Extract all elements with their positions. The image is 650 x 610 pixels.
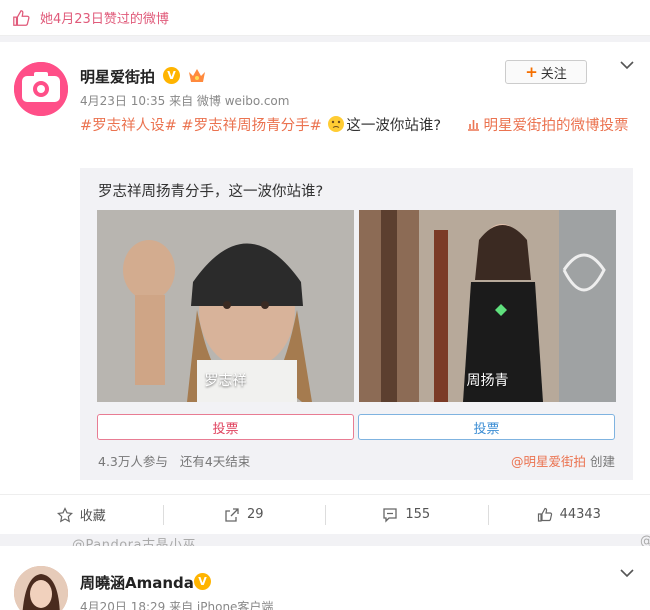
- poll-icon: [468, 120, 480, 131]
- action-bar: 收藏 29 155 44343: [0, 494, 650, 534]
- vip-crown-icon: [189, 69, 205, 82]
- author-name[interactable]: 周曉涵Amanda: [80, 572, 194, 593]
- favorite-label: 收藏: [79, 509, 106, 524]
- poll-option-image[interactable]: 周扬青: [359, 210, 616, 402]
- avatar[interactable]: [14, 566, 68, 610]
- author-name[interactable]: 明星爱街拍: [80, 66, 155, 87]
- option-name: 周扬青: [466, 373, 509, 389]
- vote-button[interactable]: 投票: [358, 414, 615, 440]
- avatar[interactable]: [14, 62, 68, 116]
- share-icon: [225, 507, 239, 522]
- post-meta: 4月23日 10:35 来自 微博 weibo.com: [80, 94, 290, 108]
- verified-badge-icon: V: [163, 67, 180, 84]
- liked-notice-bar: 她4月23日赞过的微博: [0, 0, 650, 36]
- weibo-post-card: 明星爱街拍 V 4月23日 10:35 来自 微博 weibo.com + 关注…: [0, 42, 650, 534]
- plus-icon: +: [525, 63, 538, 81]
- comment-count: 155: [405, 507, 431, 522]
- post-text: 这一波你站谁?: [346, 118, 442, 134]
- poll-creator: @明星爱街拍 创建: [511, 451, 615, 470]
- chevron-down-icon[interactable]: [620, 60, 634, 70]
- comment-icon: [383, 507, 397, 523]
- favorite-button[interactable]: 收藏: [0, 495, 163, 534]
- poll-card: 罗志祥周扬青分手，这一波你站谁? 罗志祥 周扬青 投票 投票 4.3万人参与 还…: [80, 168, 633, 480]
- poll-link[interactable]: 明星爱街拍的微博投票: [483, 118, 628, 134]
- creator-link[interactable]: @明星爱街拍: [511, 454, 586, 469]
- like-count: 44343: [559, 507, 601, 522]
- author-logo: [14, 62, 68, 116]
- thumbs-up-icon: [13, 9, 30, 26]
- hashtag-link[interactable]: #罗志祥周扬青分手#: [181, 118, 321, 134]
- thumbs-up-icon: [537, 507, 552, 522]
- follow-label: 关注: [540, 66, 567, 82]
- created-label: 创建: [589, 454, 615, 469]
- weibo-post-card: 周曉涵Amanda V 4月20日 18:29 来自 iPhone客户端: [0, 546, 650, 610]
- chevron-down-icon[interactable]: [620, 568, 634, 578]
- like-button[interactable]: 44343: [487, 495, 650, 534]
- liked-notice-text: 她4月23日赞过的微博: [40, 12, 169, 27]
- remaining-time: 还有4天结束: [179, 454, 251, 469]
- repost-count: 29: [246, 507, 264, 522]
- follow-button[interactable]: + 关注: [505, 60, 587, 84]
- poll-option-image[interactable]: 罗志祥: [97, 210, 354, 402]
- star-icon: [56, 506, 73, 522]
- post-meta: 4月20日 18:29 来自 iPhone客户端: [80, 600, 274, 610]
- author-photo: [14, 566, 68, 610]
- repost-button[interactable]: 29: [162, 495, 326, 534]
- comment-button[interactable]: 155: [325, 495, 488, 534]
- post-body: #罗志祥人设# #罗志祥周扬青分手# 这一波你站谁? 明星爱街拍的微博投票: [80, 114, 636, 139]
- poll-question: 罗志祥周扬青分手，这一波你站谁?: [98, 184, 324, 200]
- participants-count: 4.3万人参与: [98, 454, 168, 469]
- poll-stats: 4.3万人参与 还有4天结束: [98, 451, 250, 470]
- option-name: 罗志祥: [204, 373, 247, 389]
- verified-badge-icon: V: [194, 573, 211, 590]
- thinking-emoji-icon: [328, 116, 345, 132]
- vote-button[interactable]: 投票: [97, 414, 354, 440]
- hashtag-link[interactable]: #罗志祥人设#: [80, 118, 177, 134]
